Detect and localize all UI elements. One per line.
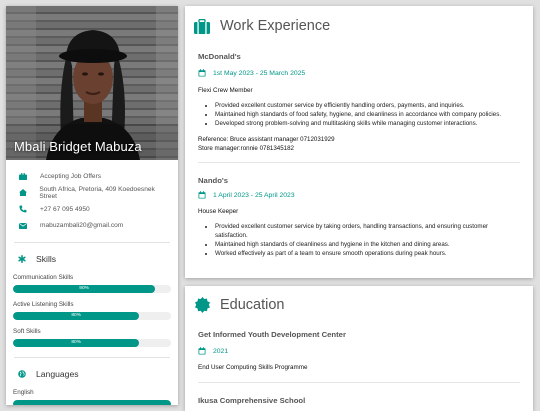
job-duty: Developed strong problem-solving and mul… <box>215 119 520 128</box>
job-entry: McDonald's 1st May 2023 - 25 March 2025 … <box>185 52 533 153</box>
envelope-icon <box>16 221 30 231</box>
skill-progress-bar: 90% <box>13 284 171 293</box>
languages-heading: Languages <box>6 368 178 380</box>
education-date-text: 2021 <box>213 347 229 355</box>
education-heading: Education <box>193 294 533 316</box>
job-duties: Provided excellent customer service by e… <box>198 101 520 128</box>
calendar-icon <box>198 69 206 77</box>
education-entry: Get Informed Youth Development Center 20… <box>185 330 533 371</box>
job-role: Flexi Crew Member <box>198 87 253 94</box>
language-name: English <box>13 388 34 396</box>
language-item: English <box>6 388 178 405</box>
skill-item: Active Listening Skills 80% <box>6 301 178 320</box>
contact-phone-text[interactable]: +27 67 095 4950 <box>40 206 90 213</box>
skill-progress-bar: 80% <box>13 311 171 320</box>
contact-address: South Africa, Pretoria, 409 Koedoesnek S… <box>16 185 168 201</box>
school-name: Get Informed Youth Development Center <box>198 330 346 339</box>
job-duty: Maintained high standards of cleanliness… <box>215 240 520 249</box>
job-duty: Provided excellent customer service by e… <box>215 101 520 110</box>
skills-heading: Skills <box>6 253 178 265</box>
profile-photo: Mbali Bridget Mabuza <box>6 6 178 160</box>
contact-email-text[interactable]: mabuzambali20@gmail.com <box>40 222 123 229</box>
divider <box>198 162 520 163</box>
suitcase-icon <box>193 17 211 35</box>
work-experience-title: Work Experience <box>220 18 331 34</box>
contact-status-text: Accepting Job Offers <box>40 172 102 180</box>
job-dates: 1st May 2023 - 25 March 2025 <box>198 69 520 77</box>
education-card: Education Get Informed Youth Development… <box>185 286 533 411</box>
job-duty: Worked effectively as part of a team to … <box>215 249 520 258</box>
languages-title: Languages <box>36 368 79 379</box>
asterisk-icon <box>16 253 28 265</box>
skill-name: Active Listening Skills <box>13 300 74 308</box>
work-experience-heading: Work Experience <box>193 15 533 37</box>
job-role: House Keeper <box>198 208 239 215</box>
skill-name: Soft Skills <box>13 327 41 335</box>
profile-photo-portrait <box>6 6 178 160</box>
language-progress-bar <box>13 399 171 405</box>
job-duties: Provided excellent customer service by t… <box>198 222 520 258</box>
contact-address-text: South Africa, Pretoria, 409 Koedoesnek S… <box>39 185 155 200</box>
job-dates-text: 1st May 2023 - 25 March 2025 <box>213 69 306 77</box>
cv-page: Mbali Bridget Mabuza Accepting Job Offer… <box>0 0 540 411</box>
language-progress-fill <box>13 399 171 405</box>
job-reference: Store manager:ronnie 0781345182 <box>198 145 294 152</box>
contact-phone: +27 67 095 4950 <box>16 201 168 217</box>
divider <box>14 241 170 243</box>
skills-title: Skills <box>36 253 57 264</box>
calendar-icon <box>198 347 206 355</box>
skill-item: Communication Skills 90% <box>6 274 178 293</box>
home-icon <box>16 188 29 198</box>
skill-name: Communication Skills <box>13 273 74 281</box>
briefcase-icon <box>16 171 30 181</box>
profile-card: Mbali Bridget Mabuza Accepting Job Offer… <box>6 6 178 405</box>
globe-icon <box>16 368 28 380</box>
calendar-icon <box>198 191 206 199</box>
skill-progress-fill: 80% <box>13 311 140 320</box>
skill-progress-bar: 80% <box>13 338 171 347</box>
job-entry: Nando's 1 April 2023 - 25 April 2023 Hou… <box>185 176 533 258</box>
skill-progress-fill: 90% <box>13 284 156 293</box>
work-experience-card: Work Experience McDonald's 1st May 2023 … <box>185 6 533 278</box>
education-entry: Ikusa Comprehensive School <box>185 396 533 405</box>
phone-icon <box>16 204 30 214</box>
certificate-icon <box>193 296 211 314</box>
divider <box>14 356 170 358</box>
job-company: McDonald's <box>198 52 241 61</box>
job-reference: Reference: Bruce assistant manager 07120… <box>198 136 335 143</box>
education-date: 2021 <box>198 347 520 355</box>
contact-email: mabuzambali20@gmail.com <box>16 218 168 234</box>
job-dates: 1 April 2023 - 25 April 2023 <box>198 191 520 199</box>
profile-name: Mbali Bridget Mabuza <box>14 139 142 154</box>
divider <box>198 382 520 383</box>
job-dates-text: 1 April 2023 - 25 April 2023 <box>213 191 295 199</box>
skill-item: Soft Skills 80% <box>6 328 178 347</box>
job-duty: Provided excellent customer service by t… <box>215 222 520 240</box>
school-name: Ikusa Comprehensive School <box>198 396 306 405</box>
education-title: Education <box>220 297 285 313</box>
contact-list: Accepting Job Offers South Africa, Preto… <box>6 160 178 234</box>
contact-status: Accepting Job Offers <box>16 168 168 184</box>
job-company: Nando's <box>198 176 229 185</box>
job-duty: Maintained high standards of food safety… <box>215 110 520 119</box>
course-name: End User Computing Skills Programme <box>198 364 308 371</box>
skill-progress-fill: 80% <box>13 338 140 347</box>
